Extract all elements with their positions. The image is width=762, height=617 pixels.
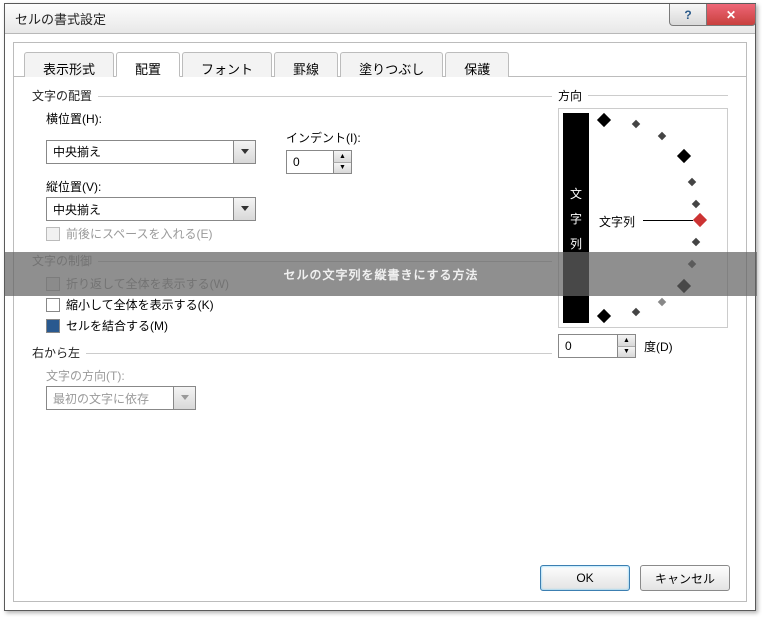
gauge-marker-icon xyxy=(677,149,691,163)
spinner-up-icon[interactable]: ▲ xyxy=(617,335,635,346)
close-button[interactable]: ✕ xyxy=(706,4,756,26)
gauge-tick-icon xyxy=(632,120,640,128)
degree-row: 0 ▲ ▼ 度(D) xyxy=(558,334,728,358)
gauge-tick-icon xyxy=(632,308,640,316)
spinner-indent[interactable]: 0 ▲ ▼ xyxy=(286,150,352,174)
tab-protect[interactable]: 保護 xyxy=(445,52,509,77)
title-bar: セルの書式設定 ? ✕ xyxy=(5,4,755,34)
spinner-down-icon[interactable]: ▼ xyxy=(333,162,351,174)
checkbox-shrink-label: 縮小して全体を表示する(K) xyxy=(66,296,214,313)
checkbox-shrink[interactable]: 縮小して全体を表示する(K) xyxy=(46,296,552,313)
checkbox-icon xyxy=(46,319,60,333)
checkbox-merge-label: セルを結合する(M) xyxy=(66,317,168,334)
question-icon: ? xyxy=(684,8,691,22)
spinner-down-icon[interactable]: ▼ xyxy=(617,346,635,358)
combo-horizontal-value: 中央揃え xyxy=(47,143,233,160)
combo-text-direction: 最初の文字に依存 xyxy=(46,386,196,410)
gauge-tick-icon xyxy=(692,238,700,246)
dialog-footer: OK キャンセル xyxy=(14,555,746,601)
window-title: セルの書式設定 xyxy=(15,9,106,28)
spinner-up-icon[interactable]: ▲ xyxy=(333,151,351,162)
chevron-down-icon xyxy=(233,198,255,220)
spinner-degrees-value: 0 xyxy=(559,335,617,357)
close-icon: ✕ xyxy=(726,8,736,22)
chevron-down-icon xyxy=(173,387,195,409)
label-text-direction: 文字の方向(T): xyxy=(46,367,552,384)
label-horizontal: 横位置(H): xyxy=(46,110,552,127)
tab-font[interactable]: フォント xyxy=(182,52,272,77)
combo-direction-value: 最初の文字に依存 xyxy=(47,390,173,407)
dialog-body: 表示形式 配置 フォント 罫線 塗りつぶし 保護 文字の配置 横位置(H): 中… xyxy=(13,42,747,602)
gauge-marker-icon xyxy=(597,309,611,323)
label-degrees: 度(D) xyxy=(644,338,673,355)
checkbox-icon xyxy=(46,298,60,312)
group-text-alignment: 文字の配置 横位置(H): 中央揃え インデント(I): 0 xyxy=(32,87,552,242)
combo-vertical-value: 中央揃え xyxy=(47,201,233,218)
group-header-rtl: 右から左 xyxy=(32,344,86,361)
window-buttons: ? ✕ xyxy=(669,4,755,28)
checkbox-merge[interactable]: セルを結合する(M) xyxy=(46,317,552,334)
label-indent: インデント(I): xyxy=(286,129,361,146)
tab-fill[interactable]: 塗りつぶし xyxy=(340,52,443,77)
tab-alignment[interactable]: 配置 xyxy=(116,52,180,77)
group-header-alignment: 文字の配置 xyxy=(32,87,98,104)
checkbox-space-before-after: 前後にスペースを入れる(E) xyxy=(46,225,552,242)
help-button[interactable]: ? xyxy=(669,4,707,26)
dialog-window: セルの書式設定 ? ✕ 表示形式 配置 フォント 罫線 塗りつぶし 保護 文字の… xyxy=(4,3,756,611)
spinner-indent-value: 0 xyxy=(287,151,333,173)
label-vertical: 縦位置(V): xyxy=(46,178,552,195)
gauge-tick-icon xyxy=(658,298,666,306)
spinner-buttons: ▲ ▼ xyxy=(333,151,351,173)
checkbox-icon xyxy=(46,227,60,241)
combo-horizontal[interactable]: 中央揃え xyxy=(46,140,256,164)
gauge-marker-icon xyxy=(597,113,611,127)
indent-block: インデント(I): 0 ▲ ▼ xyxy=(286,129,361,174)
gauge-line xyxy=(643,220,693,221)
gauge-tick-icon xyxy=(688,178,696,186)
overlay-caption: セルの文字列を縦書きにする方法 xyxy=(5,252,757,296)
gauge-tick-icon xyxy=(692,200,700,208)
gauge-tick-icon xyxy=(658,132,666,140)
spinner-buttons: ▲ ▼ xyxy=(617,335,635,357)
checkbox-space-label: 前後にスペースを入れる(E) xyxy=(66,225,213,242)
tab-panel: 文字の配置 横位置(H): 中央揃え インデント(I): 0 xyxy=(14,77,746,555)
group-orientation: 方向 文字列 文字列 xyxy=(558,87,728,358)
group-rtl: 右から左 文字の方向(T): 最初の文字に依存 xyxy=(32,344,552,410)
ok-button[interactable]: OK xyxy=(540,565,630,591)
gauge-label: 文字列 xyxy=(599,213,635,230)
spinner-degrees[interactable]: 0 ▲ ▼ xyxy=(558,334,636,358)
tab-border[interactable]: 罫線 xyxy=(274,52,338,77)
group-header-orientation: 方向 xyxy=(558,87,582,104)
cancel-button[interactable]: キャンセル xyxy=(640,565,730,591)
combo-vertical[interactable]: 中央揃え xyxy=(46,197,256,221)
gauge-handle-icon xyxy=(693,213,707,227)
tab-strip: 表示形式 配置 フォント 罫線 塗りつぶし 保護 xyxy=(14,43,746,77)
tab-number[interactable]: 表示形式 xyxy=(24,52,114,77)
chevron-down-icon xyxy=(233,141,255,163)
overlay-text: セルの文字列を縦書きにする方法 xyxy=(283,266,478,283)
